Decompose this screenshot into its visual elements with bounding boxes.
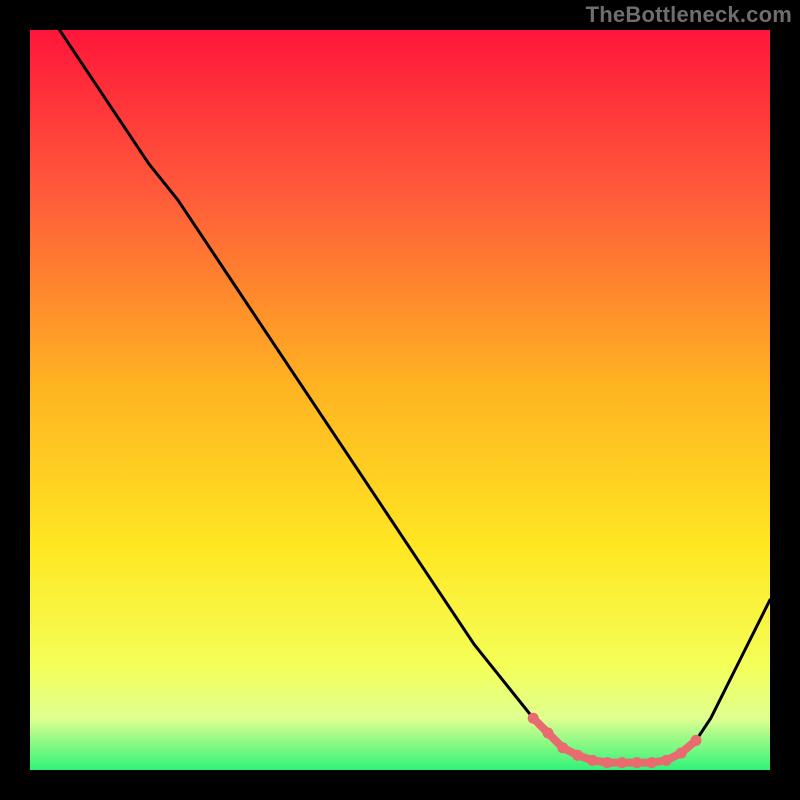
valley-marker <box>661 755 672 766</box>
valley-marker <box>572 750 583 761</box>
margin-bottom <box>0 770 800 800</box>
chart-frame: TheBottleneck.com <box>0 0 800 800</box>
valley-marker <box>587 755 598 766</box>
valley-marker <box>691 735 702 746</box>
valley-marker <box>676 748 687 759</box>
valley-marker <box>557 742 568 753</box>
valley-marker <box>543 728 554 739</box>
bottleneck-chart <box>0 0 800 800</box>
valley-marker <box>528 713 539 724</box>
margin-left <box>0 0 30 800</box>
valley-marker <box>631 757 642 768</box>
valley-marker <box>646 757 657 768</box>
margin-right <box>770 0 800 800</box>
valley-marker <box>617 757 628 768</box>
valley-marker <box>602 757 613 768</box>
plot-background <box>30 30 770 770</box>
watermark-text: TheBottleneck.com <box>586 2 792 28</box>
